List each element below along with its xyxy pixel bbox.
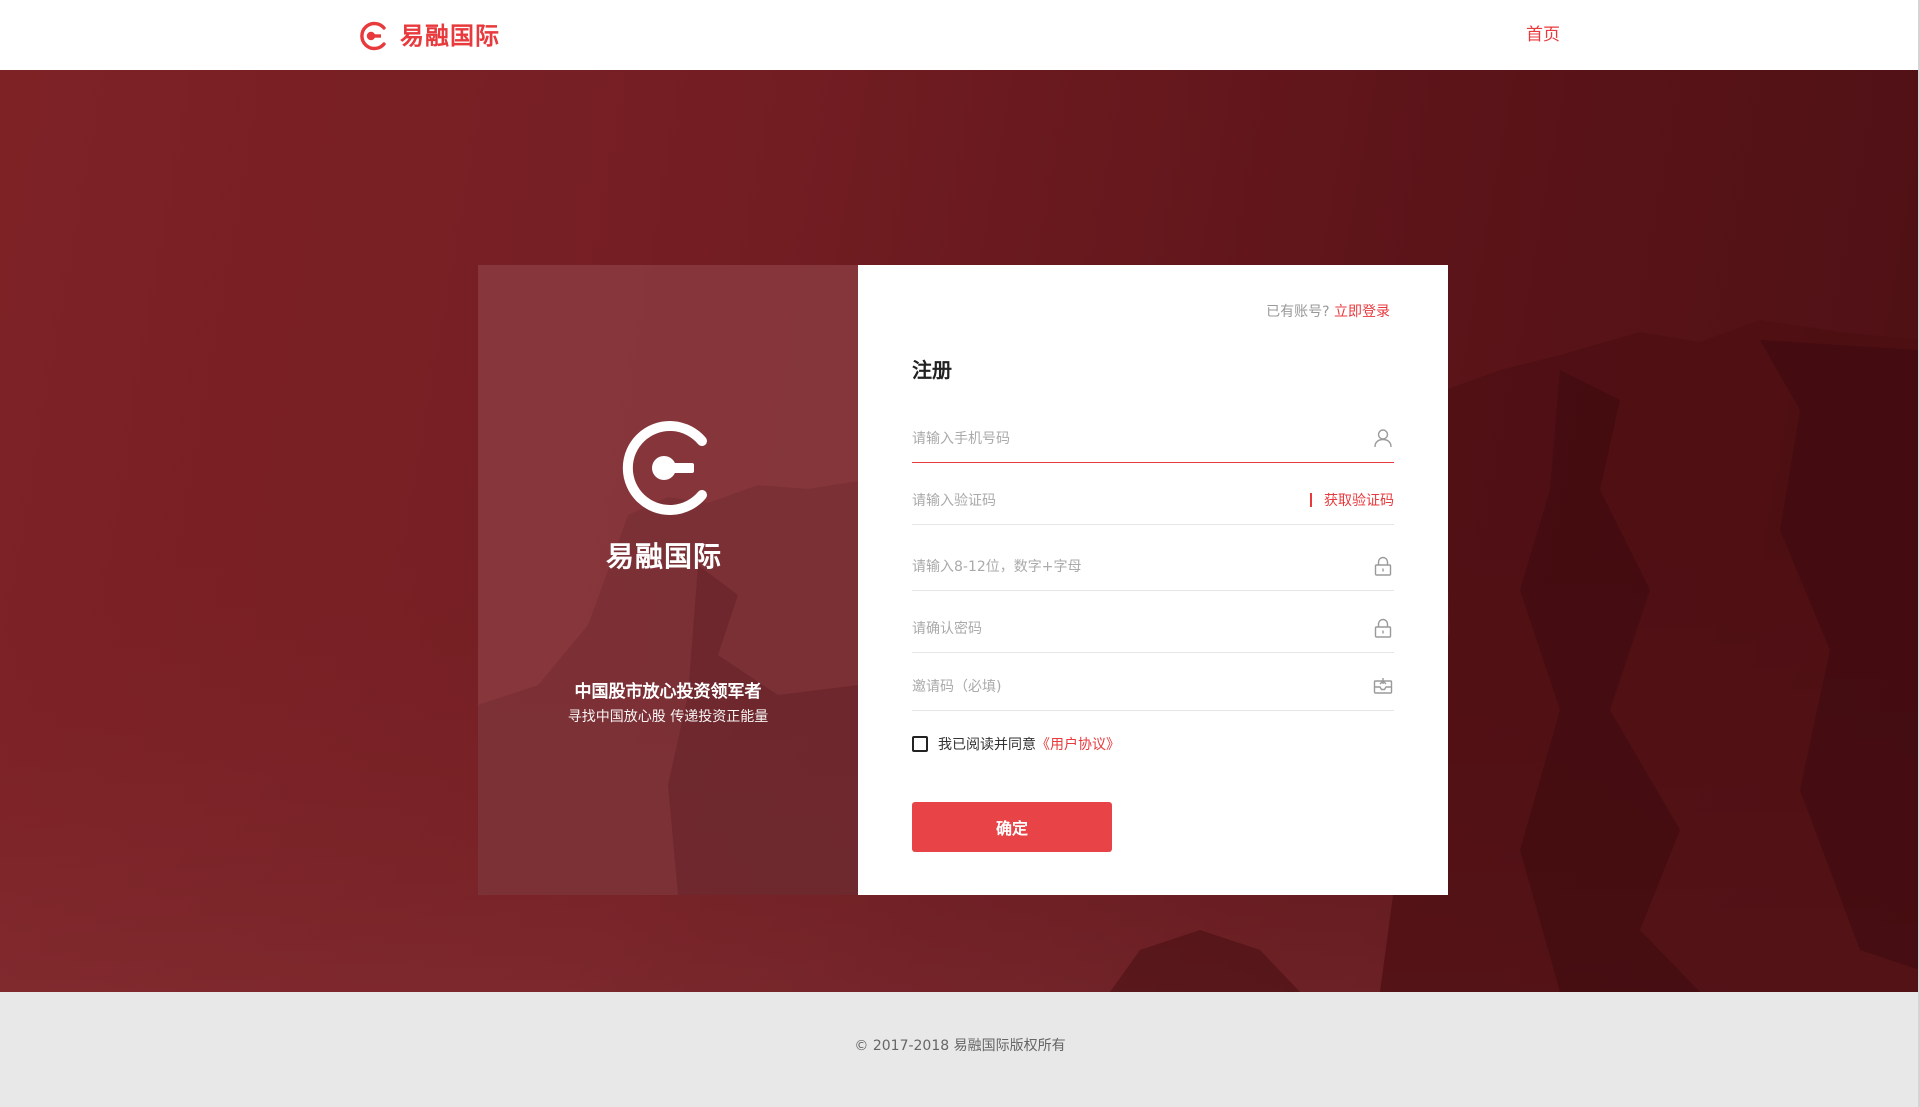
invite-code-field (912, 663, 1394, 711)
confirm-password-input[interactable] (912, 615, 1312, 643)
panel-brand-name: 易融国际 (605, 540, 722, 573)
get-code-button[interactable]: 获取验证码 (1324, 490, 1394, 510)
phone-input[interactable] (912, 425, 1312, 453)
confirm-password-field (912, 605, 1394, 653)
lock-icon (1374, 556, 1392, 576)
user-agreement-link[interactable]: 《用户协议》 (1036, 737, 1120, 753)
agree-text: 我已阅读并同意 (938, 737, 1036, 753)
submit-button[interactable]: 确定 (912, 802, 1112, 852)
user-icon (1374, 429, 1392, 448)
code-divider (1310, 493, 1312, 507)
password-input[interactable] (912, 553, 1312, 581)
invite-icon (1373, 678, 1393, 694)
agreement-text-wrap: 我已阅读并同意《用户协议》 (938, 734, 1120, 754)
top-header: 易融国际 首页 (0, 0, 1920, 70)
slogan-block: 中国股市放心投资领军者 寻找中国放心股 传递投资正能量 (478, 680, 858, 728)
agree-checkbox[interactable] (912, 736, 928, 752)
code-input[interactable] (912, 487, 1312, 515)
login-prompt: 已有账号? 立即登录 (1266, 302, 1390, 322)
agreement-row: 我已阅读并同意《用户协议》 (912, 734, 1120, 754)
login-link[interactable]: 立即登录 (1334, 304, 1390, 320)
panel-cliff-image (478, 481, 858, 895)
code-field: 获取验证码 (912, 477, 1394, 525)
header-brand-name: 易融国际 (400, 22, 500, 50)
phone-field (912, 415, 1394, 463)
brand-panel: 易融国际 中国股市放心投资领军者 寻找中国放心股 传递投资正能量 (478, 265, 858, 895)
brand-logo-icon (622, 421, 707, 515)
login-question: 已有账号? (1266, 304, 1330, 320)
brand-logo-icon (360, 21, 386, 51)
form-title: 注册 (912, 358, 952, 382)
get-code-group: 获取验证码 (1310, 489, 1394, 511)
register-page: 易融国际 首页 易融国际 中国股市放心投资领军者 寻找中国放心股 传递投资正能量… (0, 0, 1920, 1107)
lock-icon (1374, 618, 1392, 638)
header-logo[interactable]: 易融国际 (358, 20, 500, 52)
slogan-main: 中国股市放心投资领军者 (574, 682, 762, 702)
copyright-text: © 2017-2018 易融国际版权所有 (854, 1038, 1066, 1054)
invite-code-input[interactable] (912, 673, 1312, 701)
password-field (912, 543, 1394, 591)
register-form-panel: 已有账号? 立即登录 注册 获取验证码 (858, 265, 1448, 895)
page-footer: © 2017-2018 易融国际版权所有 (0, 992, 1920, 1107)
nav-home-link[interactable]: 首页 (1526, 22, 1560, 48)
panel-logo: 易融国际 (606, 417, 729, 575)
slogan-sub: 寻找中国放心股 传递投资正能量 (567, 709, 769, 725)
